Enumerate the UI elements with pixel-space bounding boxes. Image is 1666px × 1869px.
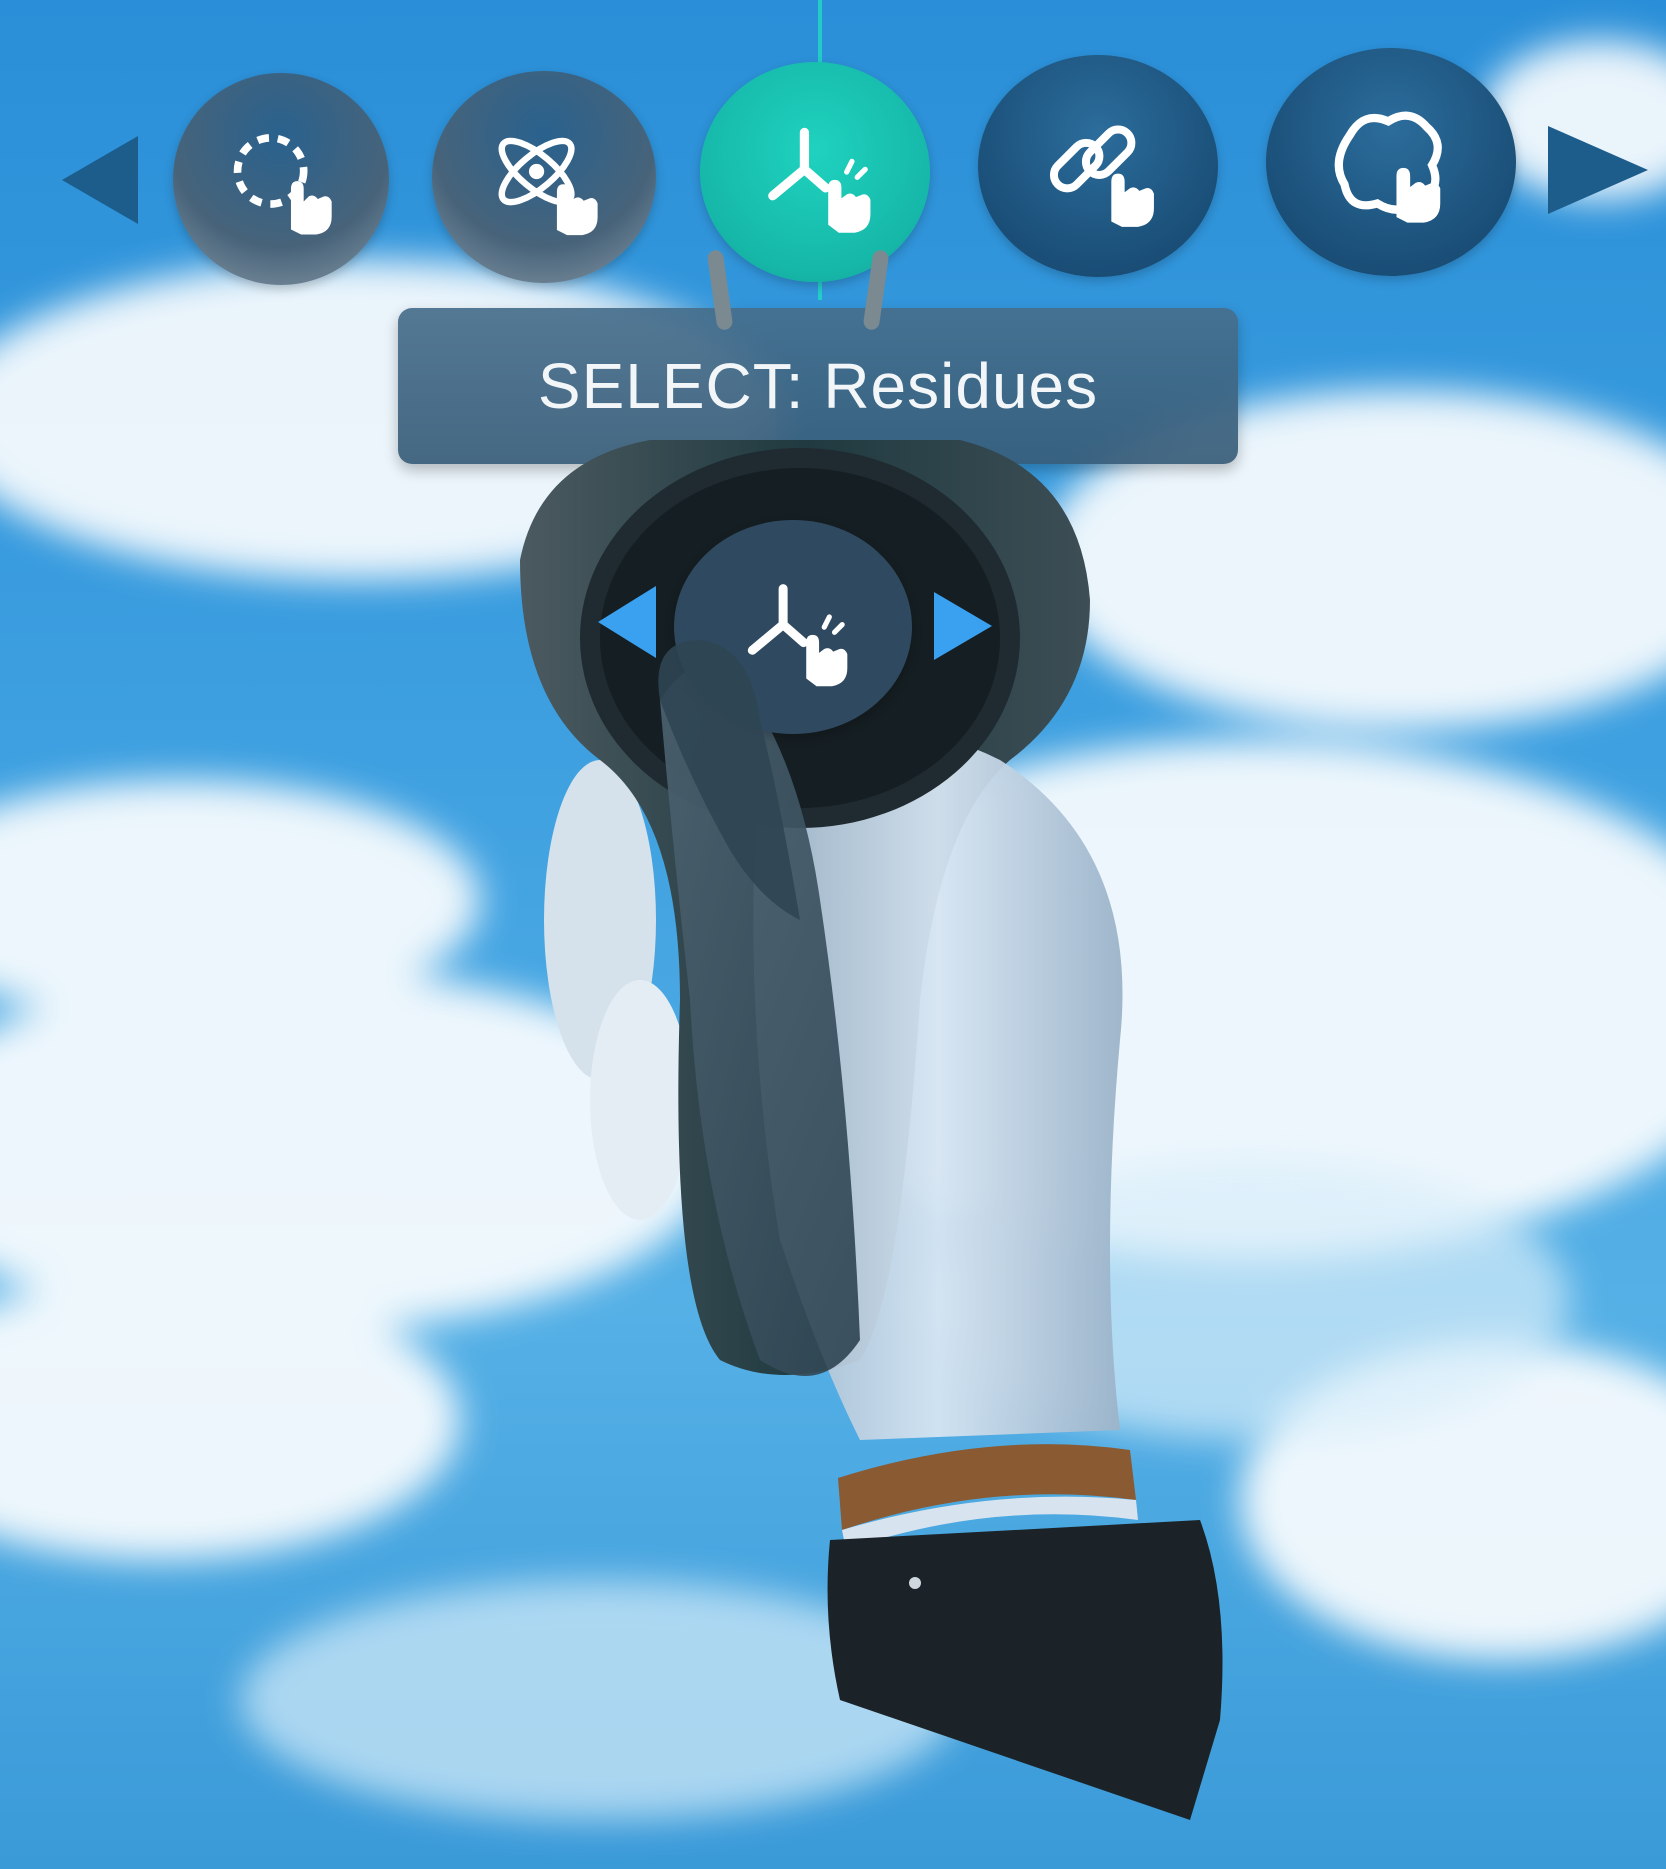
- controller-current-tool-button[interactable]: [674, 520, 912, 734]
- controller-next-arrow[interactable]: [934, 592, 992, 660]
- controller-prev-arrow[interactable]: [598, 586, 656, 658]
- vr-hand-controller: [520, 250, 1223, 1820]
- vr-scene: SELECT: Residues: [0, 0, 1666, 1869]
- residue-select-icon: [747, 583, 847, 687]
